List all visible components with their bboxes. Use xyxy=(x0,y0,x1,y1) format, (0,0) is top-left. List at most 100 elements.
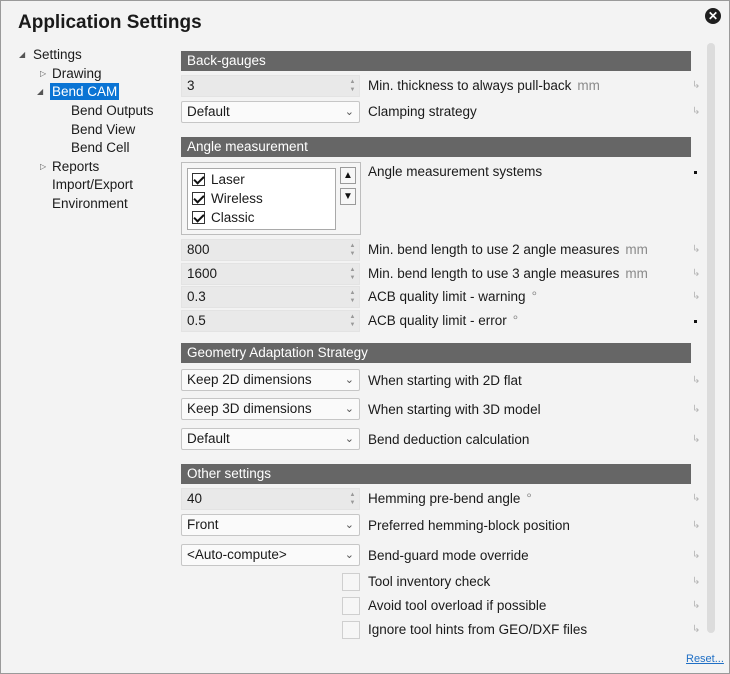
min-len-2-stepper[interactable]: 800 ▲ ▼ xyxy=(181,239,360,261)
tree-item-label: Drawing xyxy=(52,66,102,81)
reset-hook-icon[interactable]: ↳ xyxy=(692,267,702,281)
field-value: 40 xyxy=(187,491,203,506)
acb-error-label: ACB quality limit - error ° xyxy=(368,311,518,331)
collapse-triangle-icon[interactable]: ◢ xyxy=(37,83,43,100)
reset-hook-icon[interactable]: ↳ xyxy=(692,403,702,417)
list-item-label: Classic xyxy=(211,210,255,225)
list-item-laser[interactable]: Laser xyxy=(192,171,245,189)
tool-inventory-checkbox[interactable] xyxy=(342,573,360,591)
unit-text: ° xyxy=(512,313,519,328)
reset-hook-icon[interactable]: ↳ xyxy=(692,290,702,304)
flat-2d-select[interactable]: Keep 2D dimensions ⌄ xyxy=(181,369,360,391)
hemming-block-select[interactable]: Front ⌄ xyxy=(181,514,360,536)
collapse-triangle-icon[interactable]: ◢ xyxy=(19,46,25,63)
min-len-3-label: Min. bend length to use 3 angle measures… xyxy=(368,264,648,284)
section-header-other: Other settings xyxy=(181,464,691,484)
reset-hook-icon[interactable]: ↳ xyxy=(692,374,702,388)
field-value: Keep 3D dimensions xyxy=(187,401,312,416)
list-item-label: Laser xyxy=(211,172,245,187)
checkbox[interactable] xyxy=(192,192,205,205)
flat-2d-label: When starting with 2D flat xyxy=(368,373,522,388)
bend-deduction-select[interactable]: Default ⌄ xyxy=(181,428,360,450)
modified-indicator xyxy=(694,320,697,323)
reset-hook-icon[interactable]: ↳ xyxy=(692,623,702,637)
reset-hook-icon[interactable]: ↳ xyxy=(692,433,702,447)
clamping-strategy-select[interactable]: Default ⌄ xyxy=(181,101,360,123)
bend-guard-label: Bend-guard mode override xyxy=(368,548,529,563)
reset-hook-icon[interactable]: ↳ xyxy=(692,492,702,506)
list-item-label: Wireless xyxy=(211,191,263,206)
tree-item-label: Reports xyxy=(52,159,100,174)
unit-text: mm xyxy=(577,78,600,93)
angle-systems-label: Angle measurement systems xyxy=(368,164,543,179)
unit-text: mm xyxy=(625,242,648,257)
hemming-angle-label: Hemming pre-bend angle ° xyxy=(368,489,532,509)
field-value: Keep 2D dimensions xyxy=(187,372,312,387)
reset-hook-icon[interactable]: ↳ xyxy=(692,243,702,257)
bend-guard-select[interactable]: <Auto-compute> ⌄ xyxy=(181,544,360,566)
expand-triangle-icon[interactable]: ▷ xyxy=(40,158,46,175)
checkbox[interactable] xyxy=(192,211,205,224)
field-value: 1600 xyxy=(187,266,218,281)
tree-item-label: Environment xyxy=(52,196,128,211)
label-text: Min. bend length to use 2 angle measures xyxy=(368,242,620,257)
spin-arrows-icon[interactable]: ▲ ▼ xyxy=(349,491,356,507)
avoid-overload-checkbox[interactable] xyxy=(342,597,360,615)
list-item-classic[interactable]: Classic xyxy=(192,209,255,227)
section-header-back-gauges: Back-gauges xyxy=(181,51,691,71)
spin-arrows-icon[interactable]: ▲ ▼ xyxy=(349,266,356,282)
spin-arrows-icon[interactable]: ▲ ▼ xyxy=(349,242,356,258)
model-3d-select[interactable]: Keep 3D dimensions ⌄ xyxy=(181,398,360,420)
move-up-button[interactable]: ▲ xyxy=(340,167,356,184)
unit-text: ° xyxy=(526,491,532,506)
label-text: ACB quality limit - warning xyxy=(368,289,526,304)
checkbox[interactable] xyxy=(192,173,205,186)
reset-hook-icon[interactable]: ↳ xyxy=(692,79,702,93)
ignore-hints-checkbox[interactable] xyxy=(342,621,360,639)
spin-arrows-icon[interactable]: ▲ ▼ xyxy=(349,78,356,94)
field-value: 800 xyxy=(187,242,210,257)
tree-item-label: Bend CAM xyxy=(50,83,120,100)
acb-error-stepper[interactable]: 0.5 ▲ ▼ xyxy=(181,310,360,332)
chevron-down-icon: ⌄ xyxy=(344,519,354,531)
hemming-block-label: Preferred hemming-block position xyxy=(368,518,570,533)
label-text: Min. thickness to always pull-back xyxy=(368,78,572,93)
label-text: Min. bend length to use 3 angle measures xyxy=(368,266,620,281)
hemming-angle-stepper[interactable]: 40 ▲ ▼ xyxy=(181,488,360,510)
tree-item-label: Bend Outputs xyxy=(71,103,154,118)
acb-warning-stepper[interactable]: 0.3 ▲ ▼ xyxy=(181,286,360,308)
ignore-hints-label: Ignore tool hints from GEO/DXF files xyxy=(368,622,588,637)
move-down-button[interactable]: ▼ xyxy=(340,188,356,205)
list-item-wireless[interactable]: Wireless xyxy=(192,190,263,208)
modified-indicator xyxy=(694,171,697,174)
tree-item-label: Settings xyxy=(33,47,82,62)
min-thickness-label: Min. thickness to always pull-back mm xyxy=(368,76,600,96)
reset-hook-icon[interactable]: ↳ xyxy=(692,519,702,533)
vertical-scrollbar[interactable] xyxy=(707,43,715,633)
field-value: <Auto-compute> xyxy=(187,547,287,562)
unit-text: ° xyxy=(531,289,537,304)
field-value: 3 xyxy=(187,78,195,93)
reset-hook-icon[interactable]: ↳ xyxy=(692,105,702,119)
reset-hook-icon[interactable]: ↳ xyxy=(692,599,702,613)
spin-arrows-icon[interactable]: ▲ ▼ xyxy=(349,313,356,329)
field-value: Default xyxy=(187,104,230,119)
min-thickness-stepper[interactable]: 3 ▲ ▼ xyxy=(181,75,360,97)
reset-hook-icon[interactable]: ↳ xyxy=(692,549,702,563)
min-len-2-label: Min. bend length to use 2 angle measures… xyxy=(368,240,648,260)
unit-text: mm xyxy=(625,266,648,281)
angle-systems-list: Laser Wireless Classic xyxy=(187,168,336,230)
field-value: Default xyxy=(187,431,230,446)
model-3d-label: When starting with 3D model xyxy=(368,402,541,417)
close-icon[interactable]: ✕ xyxy=(705,8,721,24)
reset-link[interactable]: Reset... xyxy=(686,653,724,665)
spin-arrows-icon[interactable]: ▲ ▼ xyxy=(349,289,356,305)
expand-triangle-icon[interactable]: ▷ xyxy=(40,65,46,82)
angle-systems-list-panel: Laser Wireless Classic ▲ ▼ xyxy=(181,162,361,235)
label-text: Hemming pre-bend angle xyxy=(368,491,521,506)
chevron-down-icon: ⌄ xyxy=(344,403,354,415)
field-value: Front xyxy=(187,517,219,532)
tree-item-label: Bend Cell xyxy=(71,140,130,155)
reset-hook-icon[interactable]: ↳ xyxy=(692,575,702,589)
min-len-3-stepper[interactable]: 1600 ▲ ▼ xyxy=(181,263,360,285)
